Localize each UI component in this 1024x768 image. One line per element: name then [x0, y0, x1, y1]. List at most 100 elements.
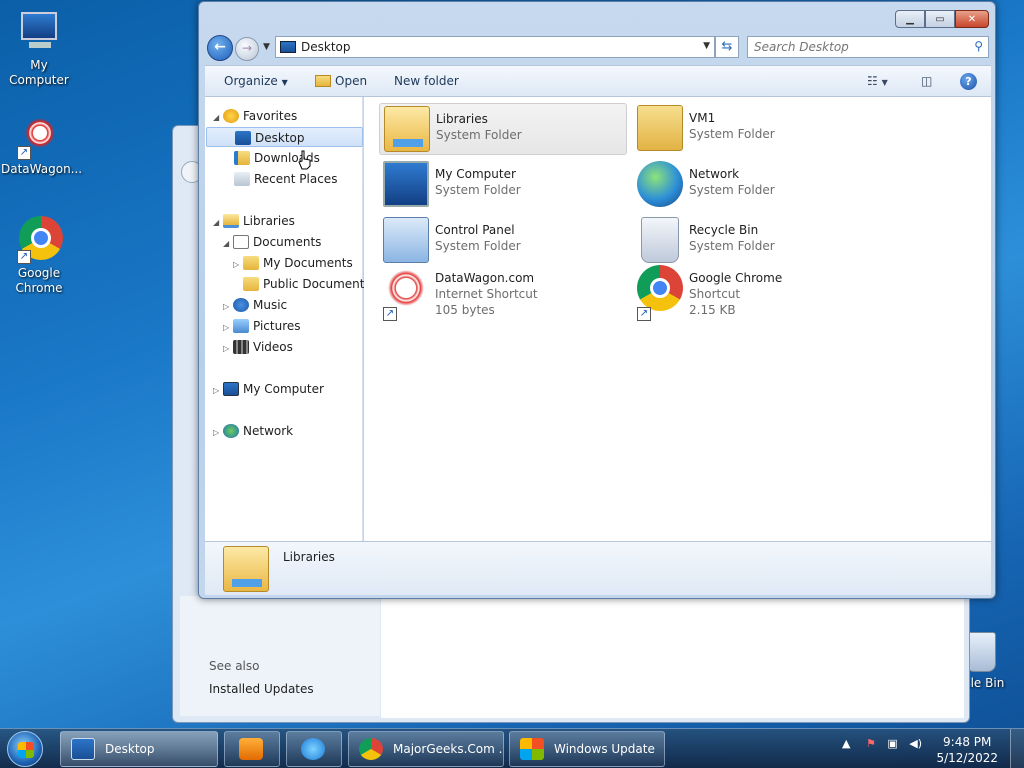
show-hidden-icons-icon[interactable]: ▲ [842, 737, 850, 750]
file-item-vm1[interactable]: VM1 System Folder [633, 103, 881, 155]
nav-label: Music [253, 298, 288, 312]
search-input[interactable] [748, 37, 958, 57]
control-panel-icon [383, 217, 429, 263]
taskbar-button-windows-update[interactable]: Windows Update [509, 731, 665, 767]
clock-date: 5/12/2022 [936, 751, 998, 765]
nav-favorites[interactable]: ◢ Favorites [213, 106, 297, 126]
organize-button[interactable]: Organize ▼ [224, 74, 288, 88]
recycle-bin-icon [641, 217, 679, 263]
file-item-my-computer[interactable]: My Computer System Folder [379, 159, 627, 211]
close-button[interactable]: ✕ [955, 10, 989, 28]
chevron-down-icon: ▼ [881, 78, 888, 87]
nav-recent-places[interactable]: Recent Places [234, 169, 337, 189]
minimize-button[interactable]: ▁ [895, 10, 925, 28]
item-type: Shortcut [689, 287, 741, 301]
clock-time: 9:48 PM [943, 735, 992, 749]
taskbar-button-chrome[interactable]: MajorGeeks.Com ... [348, 731, 504, 767]
address-text: Desktop [301, 40, 351, 54]
maximize-icon: ▭ [935, 13, 945, 25]
nav-network[interactable]: ▷ Network [213, 421, 293, 441]
chevron-down-icon: ▼ [281, 78, 288, 87]
open-button[interactable]: Open [315, 74, 367, 88]
nav-my-computer[interactable]: ▷ My Computer [213, 379, 324, 399]
desktop-icon-datawagon[interactable]: ↗ DataWagon... [1, 112, 83, 177]
item-size: 2.15 KB [689, 303, 736, 317]
chrome-icon: ↗ [15, 216, 63, 264]
clock[interactable]: 9:48 PM 5/12/2022 [936, 734, 998, 766]
folder-icon [243, 277, 259, 291]
taskbar-label: MajorGeeks.Com ... [393, 742, 504, 756]
taskbar-button-internet-explorer[interactable] [286, 731, 342, 767]
arrow-left-icon: ← [214, 39, 226, 55]
nav-pictures[interactable]: ▷ Pictures [223, 316, 301, 336]
change-view-button[interactable]: ☷ ▼ [867, 74, 888, 88]
action-center-flag-icon[interactable]: ⚑ [866, 737, 876, 750]
desktop-icon-label: DataWagon... [1, 162, 83, 176]
file-item-libraries[interactable]: Libraries System Folder [379, 103, 627, 155]
installed-updates-link[interactable]: Installed Updates [209, 682, 314, 696]
new-folder-label: New folder [394, 74, 459, 88]
search-icon[interactable]: ⚲ [974, 39, 983, 53]
volume-icon[interactable]: ◀) [909, 737, 922, 750]
refresh-button[interactable]: ⇆ [715, 36, 739, 58]
view-list-icon: ☷ [867, 74, 878, 88]
file-item-datawagon[interactable]: ↗ DataWagon.com Internet Shortcut 105 by… [379, 263, 627, 325]
item-name: Libraries [436, 112, 488, 126]
desktop-icon-label: My Computer [9, 58, 69, 87]
nav-videos[interactable]: ▷ Videos [223, 337, 293, 357]
triangle-right-icon: ▷ [213, 386, 220, 395]
file-item-network[interactable]: Network System Folder [633, 159, 881, 211]
network-icon [223, 424, 239, 438]
new-folder-button[interactable]: New folder [394, 74, 459, 88]
arrow-right-icon: → [241, 41, 253, 55]
nav-libraries[interactable]: ◢ Libraries [213, 211, 295, 231]
help-icon: ? [965, 75, 972, 88]
recycle-bin-icon [966, 630, 996, 674]
desktop-icon-my-computer[interactable]: My Computer [1, 8, 77, 88]
triangle-right-icon: ▷ [223, 344, 230, 353]
computer-icon [383, 161, 429, 207]
forward-button[interactable]: → [235, 37, 259, 61]
start-button[interactable] [7, 731, 43, 767]
nav-public-documents[interactable]: Public Documents [243, 274, 371, 294]
nav-documents[interactable]: ◢ Documents [223, 232, 321, 252]
taskbar-button-media-player[interactable] [224, 731, 280, 767]
computer-icon [223, 382, 239, 396]
chrome-icon [359, 738, 383, 760]
taskbar-button-desktop[interactable]: Desktop [60, 731, 218, 767]
nav-label: Documents [253, 235, 322, 249]
chevron-down-icon[interactable]: ▼ [703, 41, 710, 51]
network-tray-icon[interactable]: ▣ [887, 737, 897, 750]
nav-label: Videos [253, 340, 293, 354]
libraries-folder-icon [223, 546, 269, 592]
triangle-right-icon: ▷ [233, 260, 240, 269]
address-bar[interactable]: Desktop ▼ [275, 36, 715, 58]
back-button[interactable]: ← [207, 35, 233, 61]
file-item-recycle-bin[interactable]: Recycle Bin System Folder [633, 215, 881, 267]
music-icon [233, 298, 249, 312]
item-name: My Computer [435, 167, 516, 181]
file-item-google-chrome[interactable]: ↗ Google Chrome Shortcut 2.15 KB [633, 263, 881, 325]
file-item-control-panel[interactable]: Control Panel System Folder [379, 215, 627, 267]
nav-label: Desktop [255, 131, 305, 145]
nav-label: Network [243, 424, 294, 438]
command-bar: Organize ▼ Open New folder ☷ ▼ ◫ ? [205, 65, 991, 97]
item-type: System Folder [436, 128, 522, 142]
nav-desktop[interactable]: Desktop [206, 127, 363, 147]
explorer-window[interactable]: ▁ ▭ ✕ ← → ▼ Desktop ▼ ⇆ ⚲ Organize ▼ Ope… [198, 1, 996, 599]
nav-my-documents[interactable]: ▷ My Documents [233, 253, 353, 273]
triangle-right-icon: ▷ [223, 323, 230, 332]
chrome-icon [637, 265, 683, 311]
item-name: VM1 [689, 111, 716, 125]
triangle-right-icon: ▷ [223, 302, 230, 311]
help-button[interactable]: ? [960, 73, 977, 90]
recent-pages-button[interactable]: ▼ [263, 42, 270, 52]
preview-pane-button[interactable]: ◫ [921, 74, 932, 88]
maximize-button[interactable]: ▭ [925, 10, 955, 28]
triangle-down-icon: ◢ [213, 113, 220, 122]
desktop-icon-google-chrome[interactable]: ↗ Google Chrome [1, 216, 77, 296]
shortcut-arrow-icon: ↗ [383, 307, 397, 321]
show-desktop-button[interactable] [1010, 729, 1024, 768]
item-size: 105 bytes [435, 303, 495, 317]
nav-music[interactable]: ▷ Music [223, 295, 287, 315]
